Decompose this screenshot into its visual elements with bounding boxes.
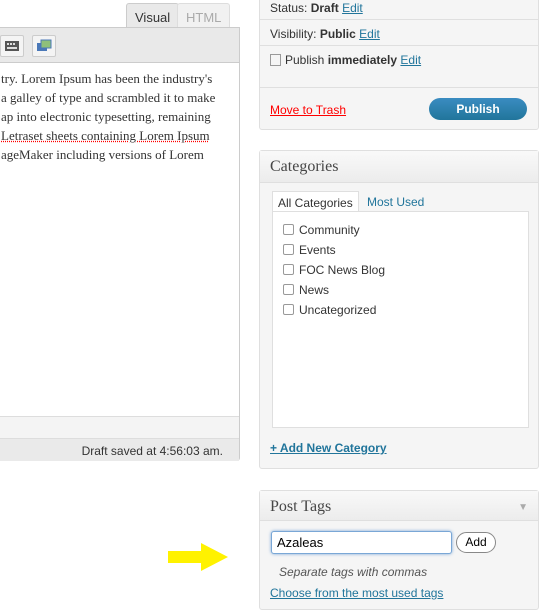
editor: try. Lorem Ipsum has been the industry's… [0,27,240,461]
content-line: try. Lorem Ipsum has been the industry's [1,71,213,86]
content-line: ageMaker including versions of Lorem [1,147,204,162]
category-item[interactable]: Community [283,223,518,243]
tab-most-used[interactable]: Most Used [367,195,424,209]
arrow-annotation-icon [168,543,228,571]
content-line: a galley of type and scrambled it to mak… [1,90,216,105]
checkbox[interactable] [283,284,294,295]
checkbox[interactable] [283,224,294,235]
keyboard-icon[interactable] [0,35,24,57]
choose-most-used-tags-link[interactable]: Choose from the most used tags [270,586,443,600]
add-tag-button[interactable]: Add [456,532,496,553]
editor-toolbar [0,28,239,63]
add-new-category-link[interactable]: + Add New Category [270,441,387,455]
tab-all-categories[interactable]: All Categories [272,191,359,212]
edit-visibility-link[interactable]: Edit [359,27,380,41]
collapse-arrow-icon[interactable]: ▼ [518,502,528,513]
checkbox[interactable] [283,304,294,315]
edit-status-link[interactable]: Edit [342,1,363,15]
post-tags-box: Post Tags▼ Add Separate tags with commas… [259,490,539,610]
tab-visual[interactable]: Visual [126,3,180,29]
tag-input[interactable] [271,531,452,554]
category-list: Community Events FOC News Blog News Unca… [272,211,529,428]
post-tags-title: Post Tags ▼ [260,491,538,521]
calendar-icon [270,54,281,66]
editor-content[interactable]: try. Lorem Ipsum has been the industry's… [0,63,239,164]
draft-status: Draft saved at 4:56:03 am. [0,438,239,461]
tab-html[interactable]: HTML [177,3,231,28]
editor-path-bar [0,416,239,438]
categories-box: Categories All Categories Most Used Comm… [259,150,539,469]
edit-publish-link[interactable]: Edit [400,53,421,67]
checkbox[interactable] [283,244,294,255]
category-item[interactable]: Uncategorized [283,303,518,323]
insert-media-icon[interactable] [32,35,56,57]
publish-button[interactable]: Publish [429,98,527,120]
tags-hint: Separate tags with commas [279,565,428,579]
content-line: ap into electronic typesetting, remainin… [1,109,211,124]
categories-title: Categories [260,151,538,183]
category-item[interactable]: News [283,283,518,303]
category-item[interactable]: Events [283,243,518,263]
publish-box: Status: Draft Edit Visibility: Public Ed… [259,0,539,130]
checkbox[interactable] [283,264,294,275]
category-item[interactable]: FOC News Blog [283,263,518,283]
move-to-trash-link[interactable]: Move to Trash [270,103,346,117]
content-line: Letraset sheets containing Lorem Ipsum [1,128,210,143]
